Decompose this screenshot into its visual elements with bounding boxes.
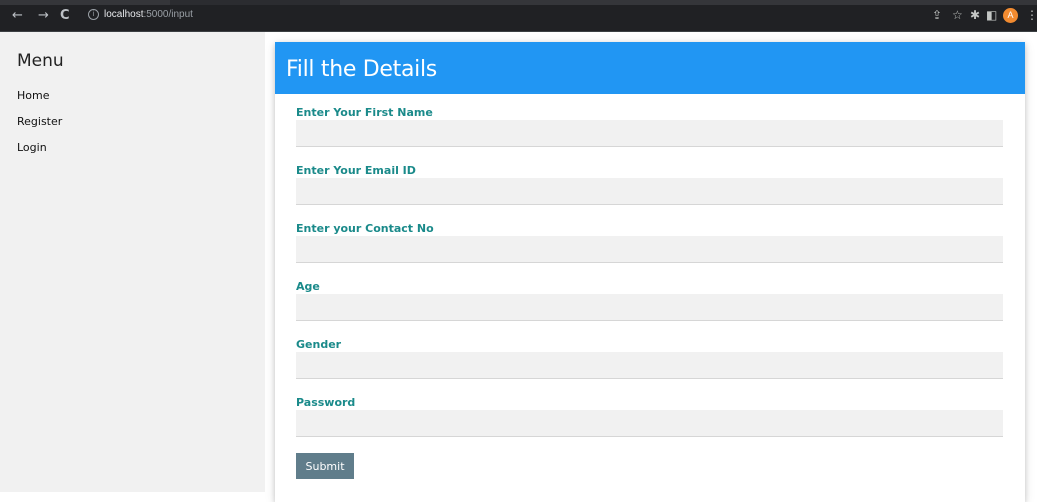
sidebar-item-login[interactable]: Login	[17, 141, 47, 154]
side-panel-icon[interactable]: ◧	[986, 8, 997, 22]
address-bar[interactable]: i localhost:5000/input	[80, 7, 1010, 25]
contact-input[interactable]	[296, 236, 1003, 263]
gender-label: Gender	[296, 338, 342, 351]
gender-input[interactable]	[296, 352, 1003, 379]
sidebar: Menu Home Register Login	[0, 32, 265, 492]
age-input[interactable]	[296, 294, 1003, 321]
main-content: Fill the Details Enter Your First Name E…	[265, 32, 1037, 502]
email-label: Enter Your Email ID	[296, 164, 416, 177]
first-name-input[interactable]	[296, 120, 1003, 147]
sidebar-item-register[interactable]: Register	[17, 115, 62, 128]
url-text[interactable]: localhost:5000/input	[104, 8, 193, 22]
url-host: localhost	[104, 9, 144, 20]
first-name-label: Enter Your First Name	[296, 106, 433, 119]
share-icon[interactable]: ⇪	[932, 8, 942, 22]
url-path: :5000/input	[143, 9, 193, 20]
site-info-icon[interactable]: i	[88, 9, 99, 20]
email-input[interactable]	[296, 178, 1003, 205]
back-arrow-icon[interactable]: ←	[12, 9, 23, 23]
forward-arrow-icon[interactable]: →	[38, 9, 49, 23]
contact-label: Enter your Contact No	[296, 222, 434, 235]
bookmark-star-icon[interactable]: ☆	[952, 8, 963, 22]
active-tab[interactable]	[170, 0, 340, 5]
extensions-icon[interactable]: ✱	[970, 8, 980, 22]
sidebar-title: Menu	[17, 51, 64, 71]
browser-toolbar: ← → C i localhost:5000/input ⇪ ☆ ✱ ◧ A ⋮	[0, 0, 1037, 32]
submit-button[interactable]: Submit	[296, 453, 354, 479]
browser-menu-icon[interactable]: ⋮	[1026, 8, 1037, 22]
form-title: Fill the Details	[286, 57, 437, 82]
password-label: Password	[296, 396, 356, 409]
form-header: Fill the Details	[275, 42, 1025, 94]
sidebar-item-home[interactable]: Home	[17, 89, 49, 102]
profile-avatar[interactable]: A	[1003, 8, 1018, 23]
age-label: Age	[296, 280, 320, 293]
password-input[interactable]	[296, 410, 1003, 437]
reload-icon[interactable]: C	[60, 9, 70, 23]
tab-strip	[0, 0, 1037, 5]
form-card: Fill the Details Enter Your First Name E…	[275, 42, 1025, 502]
